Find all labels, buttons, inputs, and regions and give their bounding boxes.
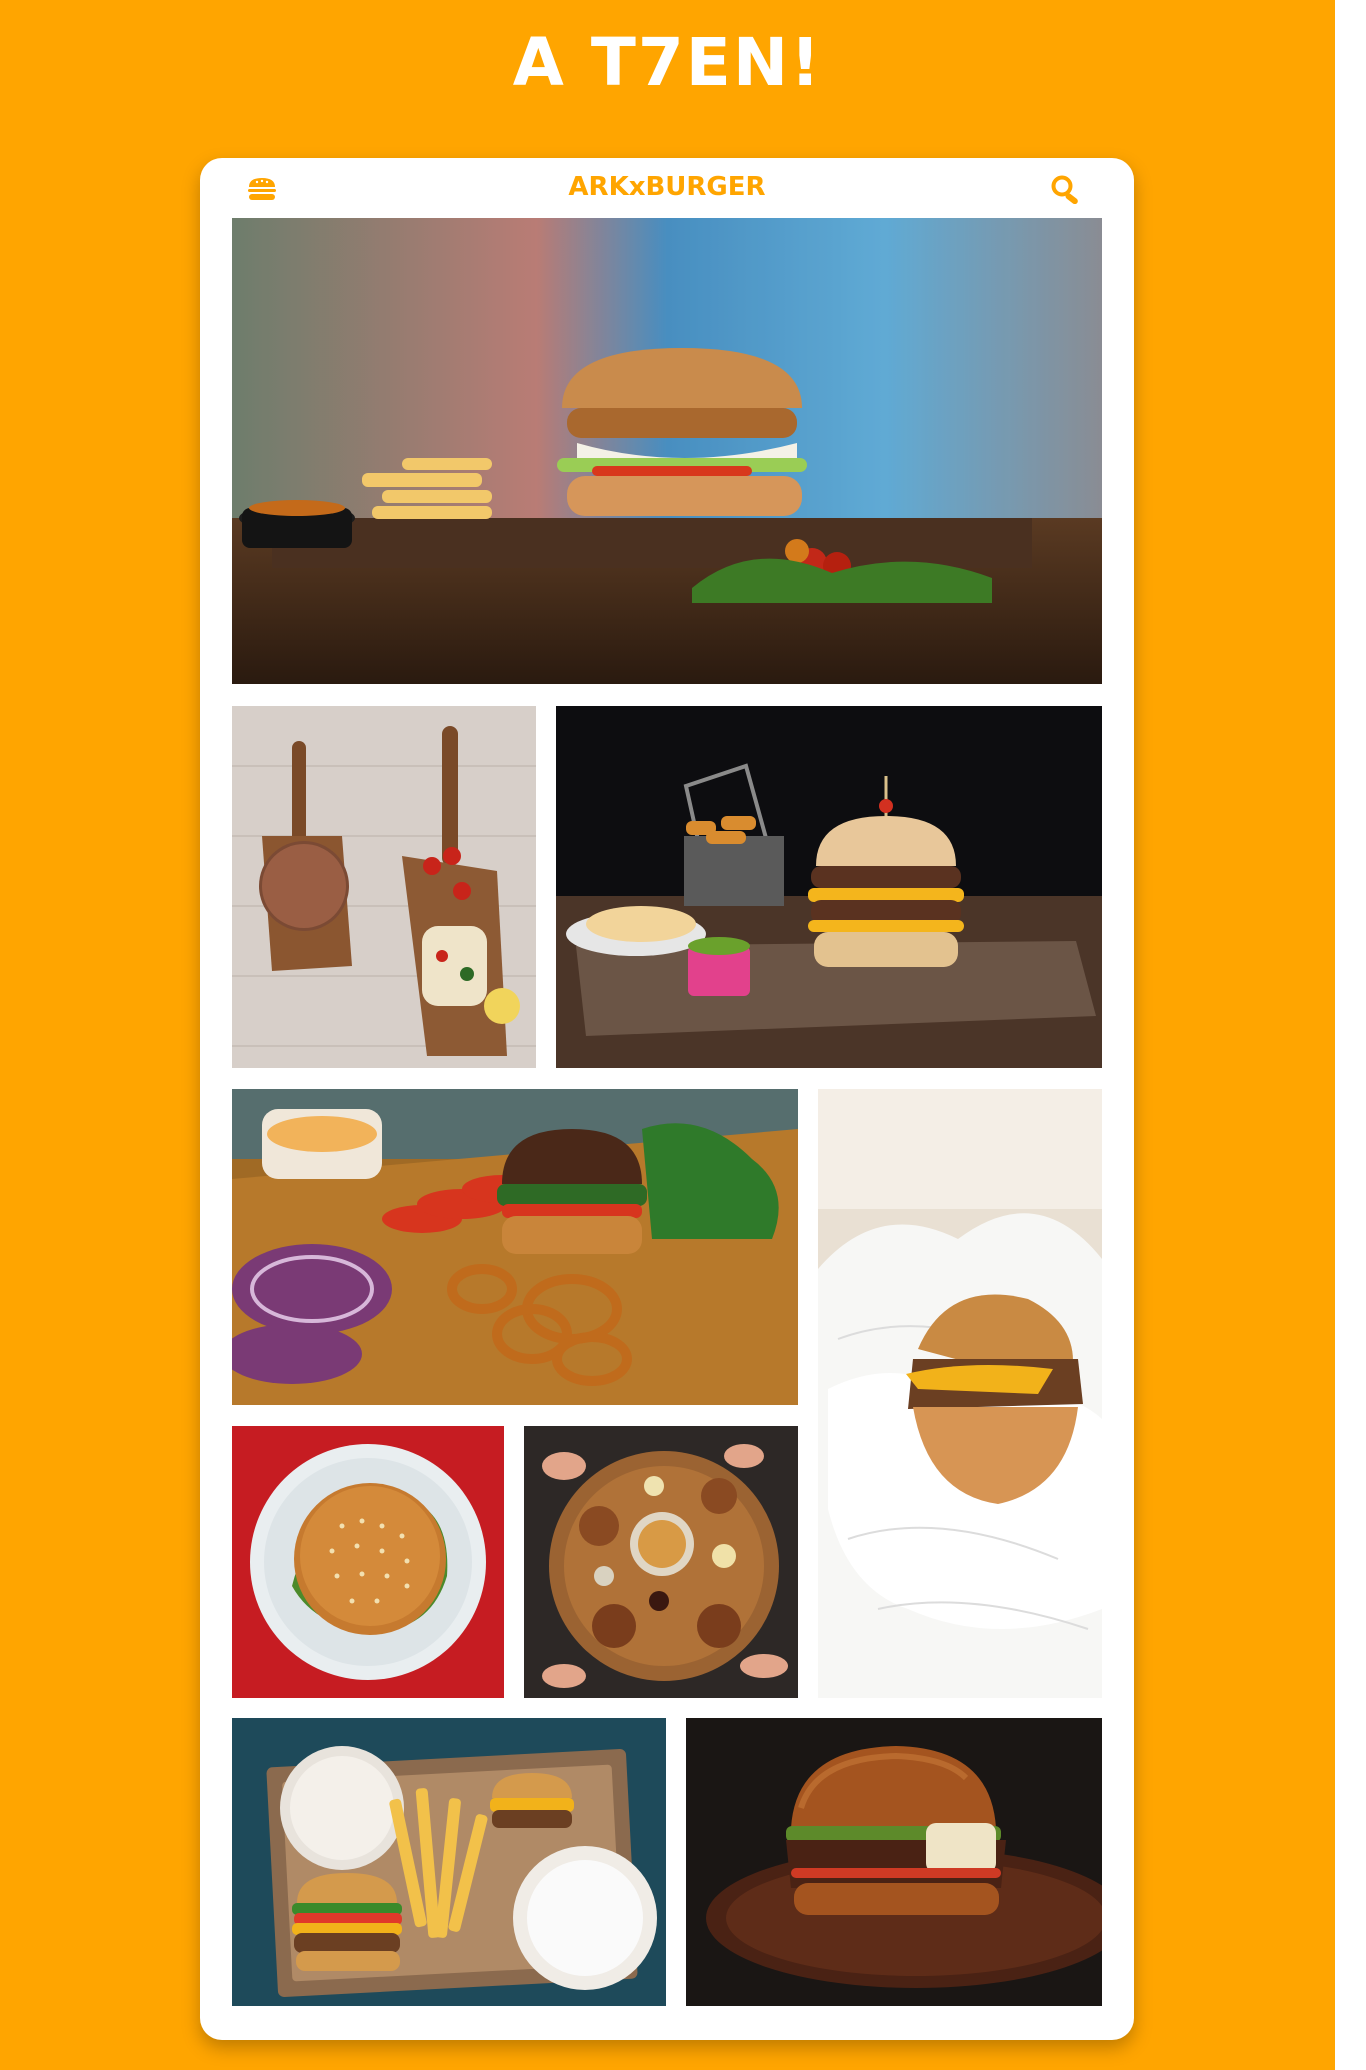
page-heading: A T7EN!: [512, 24, 823, 101]
cutting-boards-photo[interactable]: [232, 706, 536, 1068]
search-icon[interactable]: [1050, 174, 1084, 205]
burger-on-plate-photo[interactable]: [232, 1426, 504, 1698]
burger-fries-board-photo[interactable]: [232, 218, 1102, 684]
double-cheeseburger-photo[interactable]: [556, 706, 1102, 1068]
wrapped-burger-photo[interactable]: [818, 1089, 1102, 1698]
app-card: ARKxBURGER: [200, 158, 1134, 2040]
brand-title: ARKxBURGER: [568, 172, 766, 202]
shared-table-photo[interactable]: [524, 1426, 798, 1698]
brioche-burger-photo[interactable]: [686, 1718, 1102, 2006]
takeout-box-photo[interactable]: [232, 1718, 666, 2006]
app-topbar: ARKxBURGER: [200, 158, 1134, 218]
page-background: A T7EN! ARKxBURGER: [0, 0, 1335, 2070]
burger-onion-rings-photo[interactable]: [232, 1089, 798, 1405]
